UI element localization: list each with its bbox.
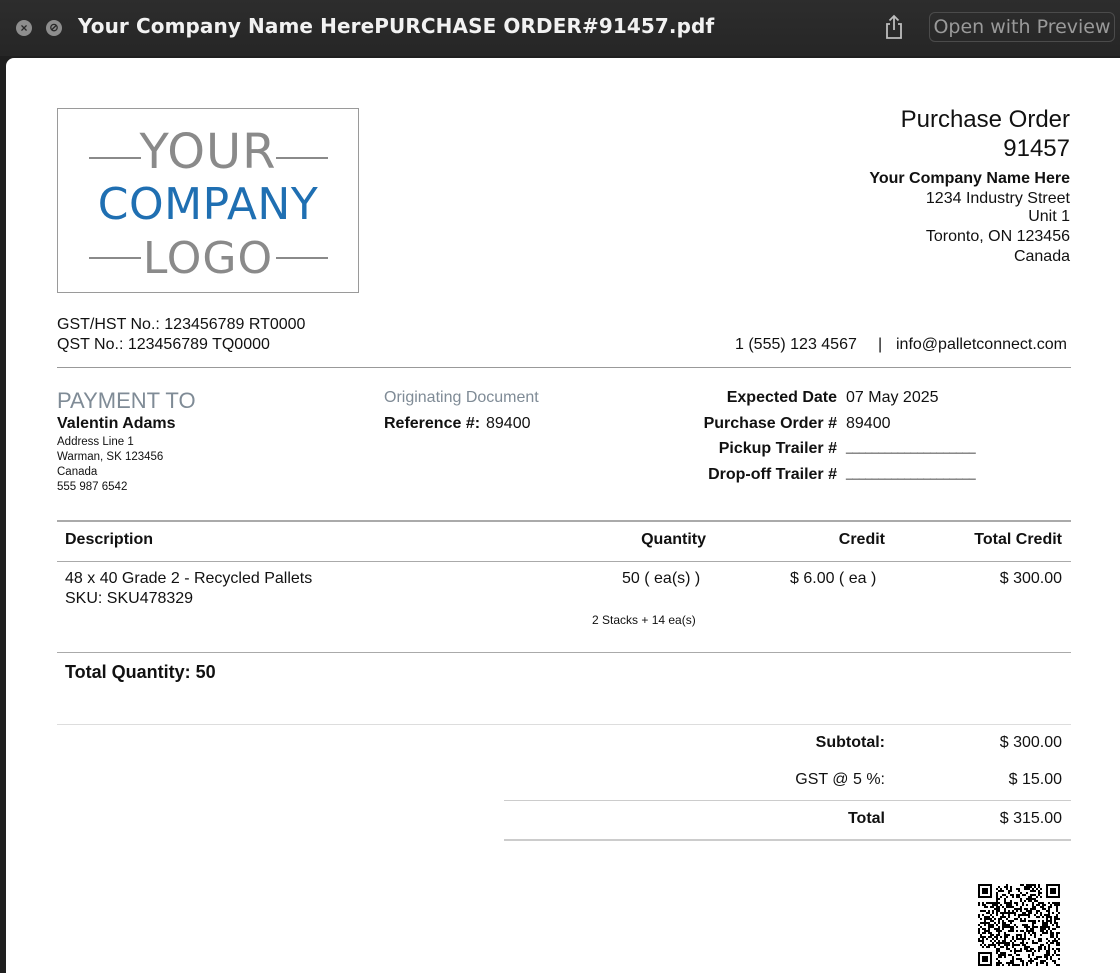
divider bbox=[57, 367, 1071, 368]
subtotal-value: $ 300.00 bbox=[999, 734, 1062, 751]
item-description: 48 x 40 Grade 2 - Recycled Pallets bbox=[65, 570, 313, 587]
logo-line-2: COMPANY bbox=[97, 179, 319, 230]
doc-number: 91457 bbox=[1003, 135, 1070, 162]
gst-label: GST @ 5 %: bbox=[795, 771, 885, 788]
divider bbox=[57, 724, 1071, 725]
close-button[interactable]: × bbox=[16, 20, 32, 36]
payee-phone: 555 987 6542 bbox=[57, 481, 128, 493]
minimize-button[interactable]: ⊘ bbox=[46, 20, 62, 36]
subtotal-label: Subtotal: bbox=[815, 734, 885, 751]
payee-address-line: Address Line 1 bbox=[57, 436, 134, 448]
table-top-border bbox=[57, 520, 1071, 522]
dropoff-trailer-field: ____________________ bbox=[846, 466, 976, 480]
gst-number: GST/HST No.: 123456789 RT0000 bbox=[57, 316, 306, 333]
close-icon: × bbox=[20, 21, 28, 35]
expected-date-label: Expected Date bbox=[726, 389, 837, 406]
share-icon[interactable] bbox=[883, 14, 905, 40]
minimize-icon: ⊘ bbox=[49, 22, 59, 34]
divider bbox=[504, 839, 1071, 841]
qst-number: QST No.: 123456789 TQ0000 bbox=[57, 336, 270, 353]
col-header-credit: Credit bbox=[838, 531, 885, 548]
payee-name: Valentin Adams bbox=[57, 415, 176, 432]
address-line: Toronto, ON 123456 bbox=[925, 228, 1070, 245]
payee-address-line: Warman, SK 123456 bbox=[57, 451, 164, 463]
gst-value: $ 15.00 bbox=[1008, 771, 1062, 788]
payee-address-line: Canada bbox=[57, 466, 98, 478]
qr-code-icon bbox=[978, 884, 1060, 966]
window-titlebar: × ⊘ Your Company Name HerePURCHASE ORDER… bbox=[0, 0, 1120, 56]
reference-label: Reference #: bbox=[384, 415, 481, 432]
reference-value: 89400 bbox=[486, 415, 531, 432]
pickup-trailer-field: ____________________ bbox=[846, 440, 976, 454]
col-header-description: Description bbox=[65, 531, 154, 548]
company-logo: YOUR COMPANY LOGO bbox=[57, 108, 359, 293]
expected-date-value: 07 May 2025 bbox=[846, 389, 939, 406]
total-quantity: Total Quantity: 50 bbox=[65, 662, 216, 682]
address-line: Canada bbox=[1013, 248, 1070, 265]
payment-to-heading: PAYMENT TO bbox=[57, 388, 196, 413]
pickup-trailer-label: Pickup Trailer # bbox=[718, 440, 837, 457]
table-bottom-border bbox=[57, 652, 1071, 653]
item-quantity: 50 ( ea(s) ) bbox=[622, 570, 701, 587]
divider bbox=[504, 800, 1071, 801]
total-value: $ 315.00 bbox=[999, 810, 1062, 827]
window-title: Your Company Name HerePURCHASE ORDER#914… bbox=[78, 14, 715, 38]
pdf-page: YOUR COMPANY LOGO Purchase Order 91457 Y… bbox=[6, 58, 1120, 973]
address-line: 1234 Industry Street bbox=[925, 190, 1070, 207]
contact-separator: | bbox=[878, 336, 883, 353]
item-credit: $ 6.00 ( ea ) bbox=[790, 570, 877, 587]
company-name: Your Company Name Here bbox=[869, 170, 1070, 187]
doc-title: Purchase Order bbox=[900, 106, 1070, 133]
address-line: Unit 1 bbox=[1028, 208, 1070, 225]
company-phone: 1 (555) 123 4567 bbox=[735, 336, 857, 353]
item-total-credit: $ 300.00 bbox=[999, 570, 1062, 587]
total-label: Total bbox=[847, 810, 885, 827]
po-number-label: Purchase Order # bbox=[703, 415, 837, 432]
po-number-value: 89400 bbox=[846, 415, 891, 432]
logo-line-1: YOUR bbox=[139, 124, 277, 180]
open-with-preview-button[interactable]: Open with Preview bbox=[929, 12, 1115, 42]
col-header-total-credit: Total Credit bbox=[974, 531, 1062, 548]
item-sku: SKU: SKU478329 bbox=[65, 590, 194, 607]
company-email: info@palletconnect.com bbox=[896, 336, 1067, 353]
originating-heading: Originating Document bbox=[384, 389, 539, 406]
col-header-quantity: Quantity bbox=[641, 531, 706, 548]
table-header-border bbox=[57, 561, 1071, 562]
dropoff-trailer-label: Drop-off Trailer # bbox=[708, 466, 837, 483]
item-stacks: 2 Stacks + 14 ea(s) bbox=[592, 613, 696, 627]
logo-line-3: LOGO bbox=[142, 233, 274, 284]
